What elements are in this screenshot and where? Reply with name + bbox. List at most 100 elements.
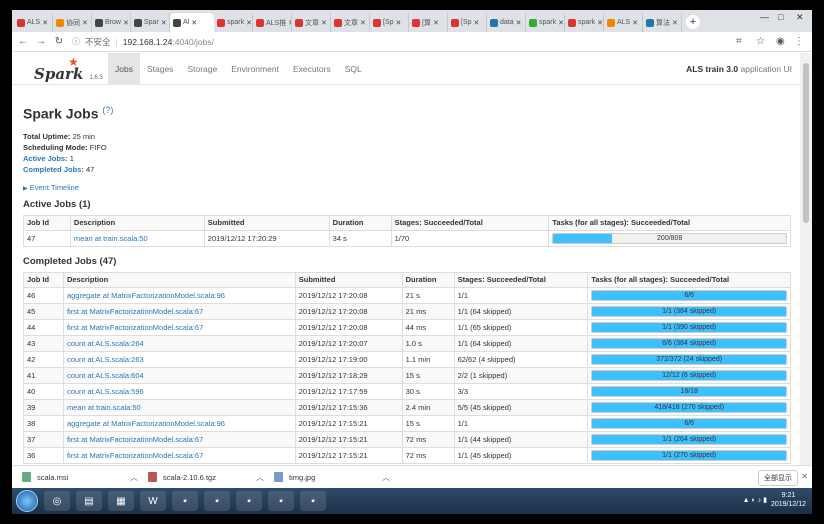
column-header[interactable]: Duration: [401, 271, 455, 288]
taskbar-office-icon[interactable]: ▦: [108, 491, 134, 511]
browser-tab[interactable]: spark ✕: [565, 13, 604, 32]
nav-tab-jobs[interactable]: Jobs: [108, 53, 140, 84]
tab-close-icon[interactable]: ✕: [632, 19, 638, 27]
browser-tab[interactable]: [算 ✕: [409, 13, 448, 32]
job-description-link[interactable]: first at MatrixFactorizationModel.scala:…: [67, 435, 203, 444]
browser-tab[interactable]: 文章 ✕: [331, 13, 370, 32]
tab-close-icon[interactable]: ✕: [191, 19, 197, 27]
taskbar-app-icon[interactable]: ▪: [268, 491, 294, 511]
tab-close-icon[interactable]: ✕: [360, 19, 366, 27]
chevron-up-icon[interactable]: ︿: [256, 472, 264, 483]
chevron-up-icon[interactable]: ︿: [382, 472, 390, 483]
nav-tab-environment[interactable]: Environment: [224, 53, 286, 84]
job-description-link[interactable]: count at ALS.scala:604: [67, 371, 144, 380]
column-header[interactable]: Duration: [328, 214, 392, 231]
help-link[interactable]: (?): [102, 105, 113, 115]
tab-close-icon[interactable]: ✕: [246, 19, 252, 27]
job-description-link[interactable]: aggregate at MatrixFactorizationModel.sc…: [67, 419, 225, 428]
download-item[interactable]: scala-2.10.6.tgz ︿: [138, 472, 264, 483]
download-item[interactable]: scala.msi ︿: [12, 472, 138, 483]
nav-tab-storage[interactable]: Storage: [180, 53, 224, 84]
column-header[interactable]: Description: [69, 214, 205, 231]
tab-close-icon[interactable]: ✕: [123, 19, 129, 27]
menu-icon[interactable]: ⋮: [794, 36, 804, 47]
browser-tab[interactable]: [Sp ✕: [448, 13, 487, 32]
browser-tab[interactable]: Al ✕: [170, 13, 214, 32]
column-header[interactable]: Tasks (for all stages): Succeeded/Total: [548, 214, 791, 231]
tab-close-icon[interactable]: ✕: [672, 19, 678, 27]
download-item[interactable]: timg.jpg ︿: [264, 472, 390, 483]
completed-jobs-link[interactable]: Completed Jobs:: [23, 165, 84, 174]
spark-logo[interactable]: Spark ★ 1.6.3: [34, 55, 104, 83]
tab-close-icon[interactable]: ✕: [82, 19, 88, 27]
tab-close-icon[interactable]: ✕: [597, 19, 603, 27]
tab-close-icon[interactable]: ✕: [161, 19, 167, 27]
maximize-icon[interactable]: □: [778, 12, 783, 22]
column-header[interactable]: Stages: Succeeded/Total: [390, 214, 550, 231]
browser-tab[interactable]: spark ✕: [526, 13, 565, 32]
close-downloads-icon[interactable]: ✕: [801, 472, 808, 481]
column-header[interactable]: Submitted: [203, 214, 330, 231]
page-scrollbar[interactable]: [800, 53, 812, 465]
browser-tab[interactable]: ALS推✕: [253, 13, 292, 32]
taskbar-app-icon[interactable]: ▪: [236, 491, 262, 511]
browser-tab[interactable]: 文章 ✕: [292, 13, 331, 32]
taskbar-chrome-icon[interactable]: ◎: [44, 491, 70, 511]
job-description-link[interactable]: count at ALS.scala:264: [67, 339, 144, 348]
taskbar-app-icon[interactable]: ▪: [172, 491, 198, 511]
nav-tab-stages[interactable]: Stages: [140, 53, 180, 84]
column-header[interactable]: Stages: Succeeded/Total: [453, 271, 589, 288]
browser-tab[interactable]: Spar ✕: [131, 13, 170, 32]
tab-close-icon[interactable]: ✕: [433, 19, 439, 27]
taskbar-folder-icon[interactable]: ▤: [76, 491, 102, 511]
browser-tab[interactable]: Brow ✕: [92, 13, 131, 32]
bookmark-star-icon[interactable]: ☆: [756, 36, 765, 47]
job-description-link[interactable]: first at MatrixFactorizationModel.scala:…: [67, 451, 203, 460]
job-description-link[interactable]: count at ALS.scala:263: [67, 355, 144, 364]
job-description-link[interactable]: mean at train.scala:50: [67, 403, 141, 412]
back-icon[interactable]: ←: [16, 36, 30, 47]
browser-tab[interactable]: [Sp ✕: [370, 13, 409, 32]
show-all-downloads-button[interactable]: 全部显示: [758, 470, 798, 486]
column-header[interactable]: Job Id: [23, 271, 64, 288]
scrollbar-thumb[interactable]: [803, 63, 809, 223]
url-input[interactable]: ⓘ 不安全 | 192.168.1.24 :4040/jobs/: [72, 35, 214, 49]
tab-close-icon[interactable]: ✕: [516, 19, 522, 27]
browser-tab[interactable]: spark ✕: [214, 13, 253, 32]
reload-icon[interactable]: ↻: [52, 36, 66, 47]
browser-tab[interactable]: ALS ✕: [604, 13, 643, 32]
column-header[interactable]: Job Id: [23, 214, 71, 231]
clock[interactable]: 9:21 2019/12/12: [771, 491, 806, 509]
job-description-link[interactable]: first at MatrixFactorizationModel.scala:…: [67, 307, 203, 316]
event-timeline-toggle[interactable]: ▶ Event Timeline: [23, 183, 790, 192]
nav-tab-sql[interactable]: SQL: [338, 53, 369, 84]
job-description-link[interactable]: count at ALS.scala:596: [67, 387, 144, 396]
chevron-up-icon[interactable]: ︿: [130, 472, 138, 483]
minimize-icon[interactable]: —: [760, 12, 769, 22]
column-header[interactable]: Tasks (for all stages): Succeeded/Total: [587, 271, 791, 288]
new-tab-button[interactable]: +: [686, 15, 700, 29]
forward-icon[interactable]: →: [34, 36, 48, 47]
close-window-icon[interactable]: ✕: [796, 12, 804, 23]
account-icon[interactable]: ◉: [776, 36, 785, 47]
tab-close-icon[interactable]: ✕: [396, 19, 402, 27]
taskbar-app-icon[interactable]: ▪: [300, 491, 326, 511]
tab-close-icon[interactable]: ✕: [558, 19, 564, 27]
info-icon[interactable]: ⓘ: [72, 36, 80, 47]
active-jobs-link[interactable]: Active Jobs:: [23, 154, 68, 163]
job-description-link[interactable]: aggregate at MatrixFactorizationModel.sc…: [67, 291, 225, 300]
nav-tab-executors[interactable]: Executors: [286, 53, 338, 84]
tab-close-icon[interactable]: ✕: [474, 19, 480, 27]
tray-icons[interactable]: ▲ ◐ ♪ ▮: [743, 496, 767, 504]
job-description-link[interactable]: mean at train.scala:50: [74, 234, 148, 243]
job-description-link[interactable]: first at MatrixFactorizationModel.scala:…: [67, 323, 203, 332]
tab-close-icon[interactable]: ✕: [321, 19, 327, 27]
start-button[interactable]: [16, 490, 38, 512]
translate-icon[interactable]: ⌗: [736, 36, 742, 47]
tab-close-icon[interactable]: ✕: [42, 19, 48, 27]
browser-tab[interactable]: 协同 ✕: [53, 13, 92, 32]
column-header[interactable]: Description: [62, 271, 296, 288]
column-header[interactable]: Submitted: [294, 271, 403, 288]
browser-tab[interactable]: 算法 ✕: [643, 13, 682, 32]
browser-tab[interactable]: ALS ✕: [14, 13, 53, 32]
